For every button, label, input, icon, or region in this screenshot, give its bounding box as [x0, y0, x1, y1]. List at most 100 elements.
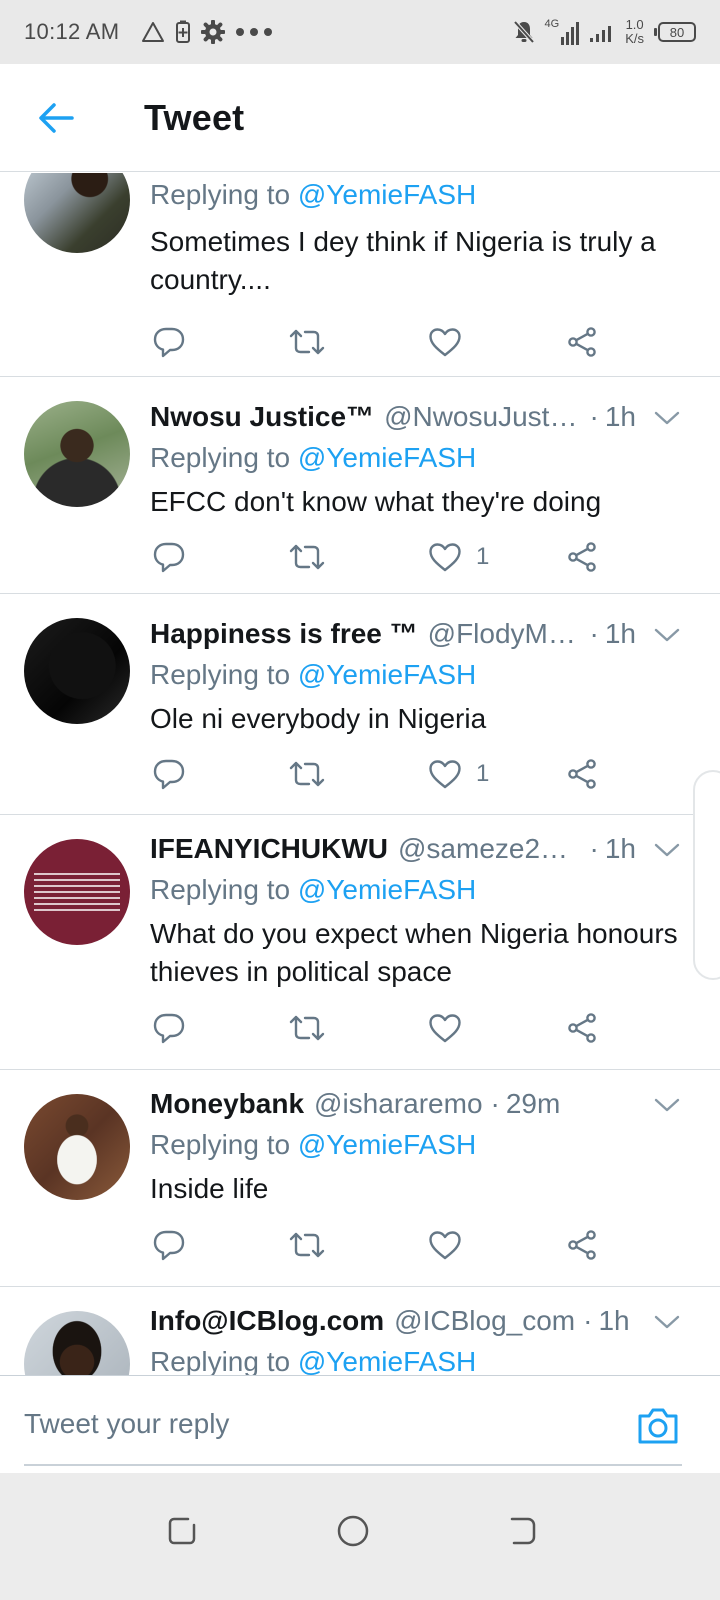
replying-to-link[interactable]: @YemieFASH [298, 874, 476, 905]
like-button[interactable] [428, 320, 476, 364]
share-button[interactable] [567, 1223, 599, 1267]
tweet-menu-button[interactable] [654, 622, 680, 648]
author-name[interactable]: Nwosu Justice™ [150, 401, 374, 433]
like-button[interactable]: 1 [428, 752, 489, 796]
avatar[interactable] [24, 173, 130, 253]
author-name[interactable]: Moneybank [150, 1088, 304, 1120]
avatar[interactable] [24, 839, 130, 945]
replying-to-link[interactable]: @YemieFASH [298, 1346, 476, 1377]
tweet-menu-button[interactable] [654, 405, 680, 431]
retweet-button[interactable] [288, 1223, 326, 1267]
tweet[interactable]: Nwosu Justice™ @NwosuJusti… · 1h Replyin… [0, 377, 720, 594]
retweet-icon [288, 542, 326, 572]
author-name[interactable]: IFEANYICHUKWU [150, 833, 388, 865]
tweet-text: EFCC don't know what they're doing [150, 486, 602, 517]
share-icon [567, 758, 599, 790]
mute-bell-icon [513, 20, 535, 44]
reply-button[interactable] [152, 1006, 186, 1050]
avatar[interactable] [24, 1094, 130, 1200]
replies-feed[interactable]: Replying to @YemieFASH Sometimes I dey t… [0, 173, 720, 1401]
reply-button[interactable] [152, 535, 186, 579]
battery-icon: 80 [654, 22, 696, 42]
share-button[interactable] [567, 535, 599, 579]
replying-to-link[interactable]: @YemieFASH [298, 1129, 476, 1160]
tweet-menu-button[interactable] [654, 1092, 680, 1118]
share-button[interactable] [567, 752, 599, 796]
like-button[interactable]: 1 [428, 535, 489, 579]
replying-to-link[interactable]: @YemieFASH [298, 442, 476, 473]
home-circle-icon [337, 1515, 369, 1547]
retweet-button[interactable] [288, 1006, 326, 1050]
share-icon [567, 1229, 599, 1261]
reply-button[interactable] [152, 752, 186, 796]
share-icon [567, 1012, 599, 1044]
replying-to: Replying to @YemieFASH [150, 1129, 477, 1160]
chevron-down-icon [654, 1098, 680, 1112]
recents-button[interactable] [154, 1503, 210, 1559]
retweet-button[interactable] [288, 320, 326, 364]
reply-icon [152, 541, 186, 573]
network-speed: 1.0 K/s [625, 18, 644, 46]
like-count: 1 [476, 760, 490, 787]
author-handle[interactable]: @ICBlog_com [394, 1305, 575, 1337]
home-button[interactable] [325, 1503, 381, 1559]
reply-icon [152, 1229, 186, 1261]
heart-icon [428, 1013, 462, 1043]
heart-icon [428, 759, 462, 789]
retweet-icon [288, 1013, 326, 1043]
edge-panel-handle[interactable] [693, 770, 720, 980]
camera-button[interactable] [636, 1406, 680, 1446]
gear-icon [201, 20, 226, 44]
tweet[interactable]: Happiness is free ™ @FlodyM… · 1h Replyi… [0, 594, 720, 815]
reply-button[interactable] [152, 320, 186, 364]
replying-to-link[interactable]: @YemieFASH [298, 659, 476, 690]
author-handle[interactable]: @ishararemo [314, 1088, 482, 1120]
chevron-down-icon [654, 1315, 680, 1329]
network-speed-value: 1.0 [625, 17, 644, 32]
tweet[interactable]: IFEANYICHUKWU @sameze20… · 1h Replying t… [0, 815, 720, 1070]
replying-to-link[interactable]: @YemieFASH [298, 179, 476, 210]
back-nav-button[interactable] [494, 1503, 550, 1559]
retweet-icon [288, 759, 326, 789]
retweet-button[interactable] [288, 535, 326, 579]
author-handle[interactable]: @sameze20… [398, 833, 582, 865]
tweet-time: 1h [598, 1305, 630, 1336]
share-button[interactable] [567, 1006, 599, 1050]
tweet[interactable]: Moneybank @ishararemo · 29m Replying to … [0, 1070, 720, 1287]
author-name[interactable]: Happiness is free ™ [150, 618, 418, 650]
page-title: Tweet [144, 96, 245, 138]
tweet-text: Inside life [150, 1173, 269, 1204]
author-handle[interactable]: @FlodyM… [428, 618, 582, 650]
reply-button[interactable] [152, 1223, 186, 1267]
tweet-header: Moneybank @ishararemo · 29m [150, 1088, 561, 1120]
reply-input[interactable] [24, 1398, 584, 1450]
replying-to: Replying to @YemieFASH [150, 659, 477, 690]
reply-input-underline [24, 1464, 682, 1466]
tweet-text: What do you expect when Nigeria honours … [150, 918, 678, 987]
tweet-actions [0, 1223, 720, 1267]
avatar[interactable] [24, 618, 130, 724]
author-name[interactable]: Info@ICBlog.com [150, 1305, 384, 1337]
tweet[interactable]: Replying to @YemieFASH Sometimes I dey t… [0, 173, 720, 377]
reply-icon [152, 326, 186, 358]
reply-icon [152, 758, 186, 790]
heart-icon [428, 327, 462, 357]
share-icon [567, 326, 599, 358]
tweet-menu-button[interactable] [654, 1309, 680, 1335]
like-button[interactable] [428, 1006, 476, 1050]
tweet-actions [0, 320, 720, 364]
heart-icon [428, 1230, 462, 1260]
status-time: 10:12 AM [24, 19, 120, 44]
chevron-down-icon [654, 843, 680, 857]
retweet-button[interactable] [288, 752, 326, 796]
like-button[interactable] [428, 1223, 476, 1267]
share-button[interactable] [567, 320, 599, 364]
avatar[interactable] [24, 401, 130, 507]
retweet-icon [288, 1230, 326, 1260]
author-handle[interactable]: @NwosuJusti… [384, 401, 581, 433]
arrow-left-icon [39, 102, 74, 133]
back-button[interactable] [28, 90, 84, 146]
signal-bars-icon [590, 26, 612, 42]
app-header: Tweet [0, 64, 720, 172]
tweet-menu-button[interactable] [654, 837, 680, 863]
